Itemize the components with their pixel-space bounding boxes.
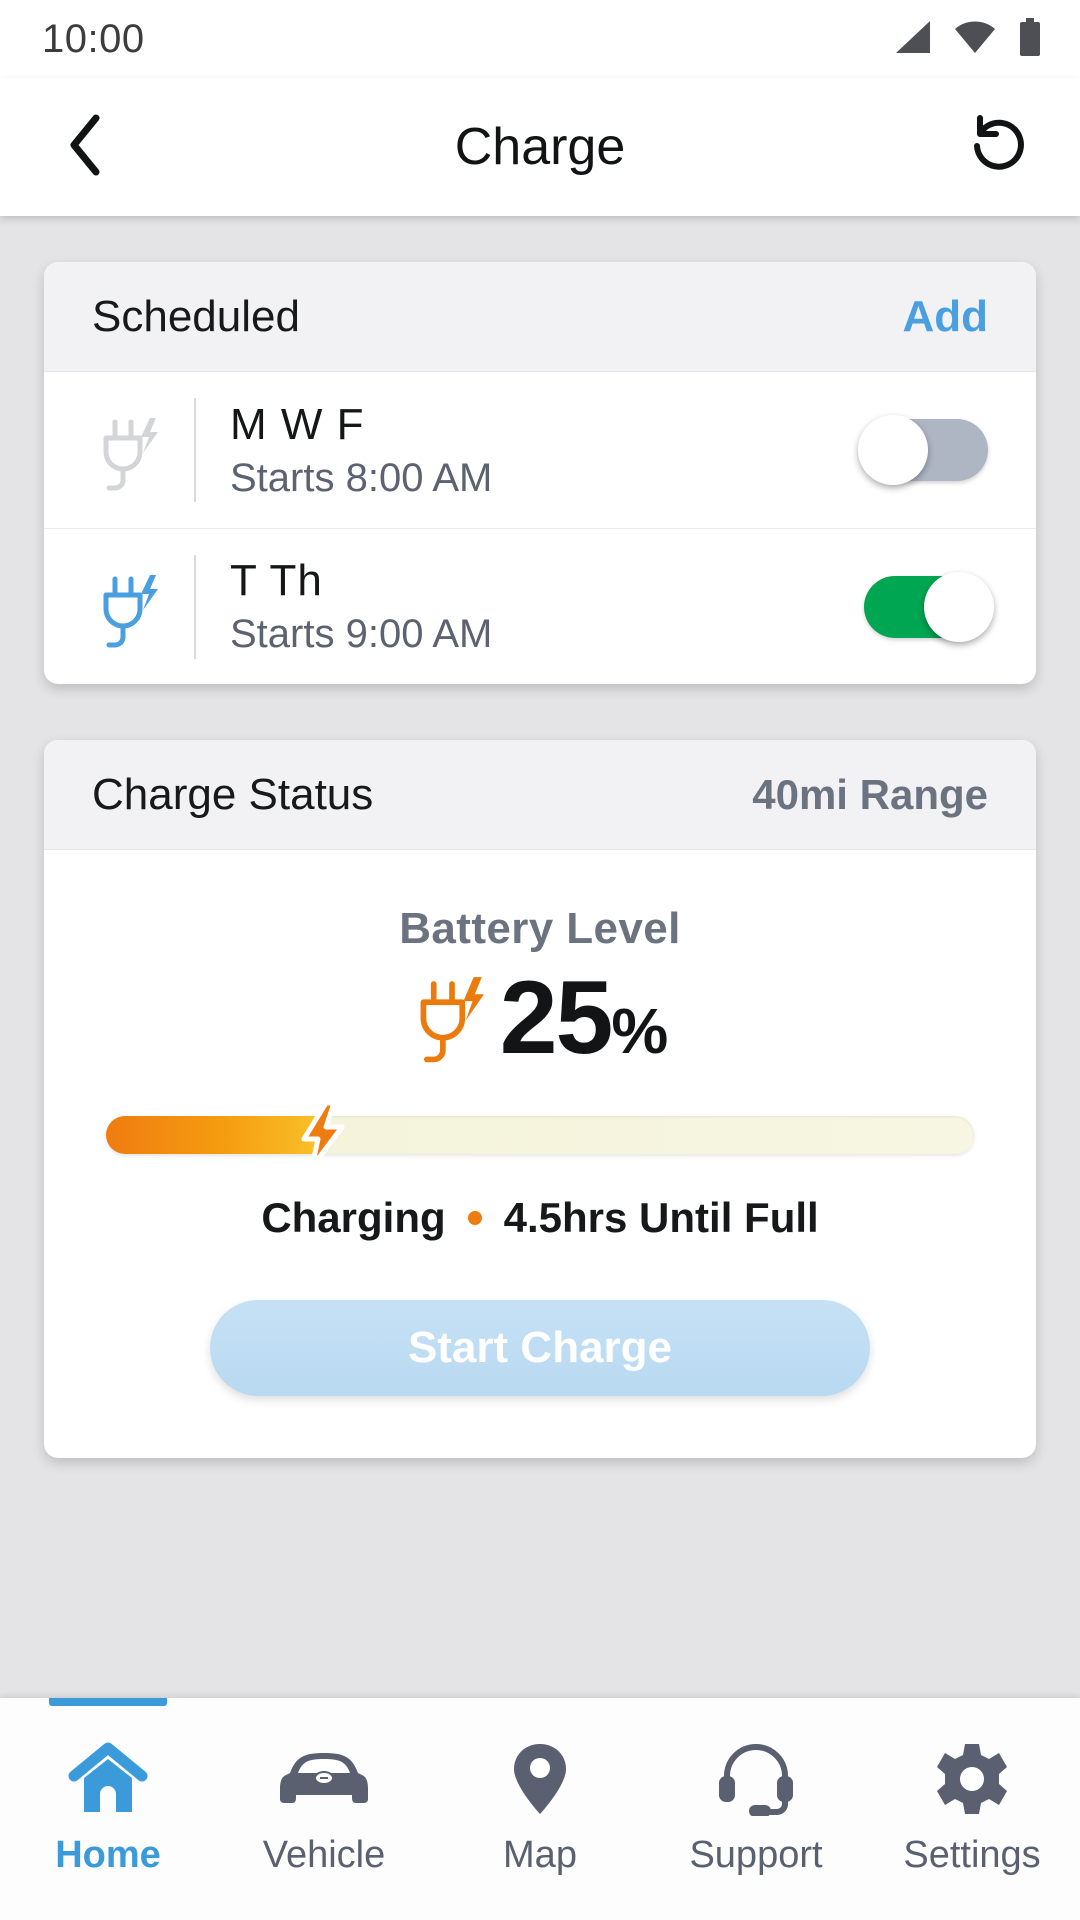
refresh-counterclockwise-icon: [967, 114, 1029, 181]
refresh-button[interactable]: [962, 111, 1034, 183]
home-icon: [68, 1742, 148, 1816]
toggle-knob: [924, 571, 994, 642]
battery-percent-value: 25: [499, 960, 614, 1076]
schedule-row-text: T Th Starts 9:00 AM: [230, 556, 864, 657]
headset-icon: [715, 1742, 797, 1816]
schedule-row[interactable]: T Th Starts 9:00 AM: [44, 528, 1036, 684]
wifi-icon: [954, 19, 996, 60]
battery-level-label: Battery Level: [399, 904, 681, 953]
app-header: Charge: [0, 78, 1080, 216]
start-charge-button[interactable]: Start Charge: [210, 1300, 870, 1396]
schedule-time: Starts 9:00 AM: [230, 612, 493, 656]
page-content: Scheduled Add M W F Starts 8:00 AM T Th …: [0, 216, 1080, 1458]
schedule-days: M W F: [230, 399, 365, 449]
charge-status-header: Charge Status 40mi Range: [44, 740, 1036, 850]
row-divider: [194, 554, 196, 659]
battery-level-row: 25 %: [92, 966, 988, 1070]
scheduled-title: Scheduled: [92, 291, 300, 341]
car-icon: [276, 1742, 372, 1816]
nav-label-settings: Settings: [903, 1834, 1041, 1876]
separator-dot: [467, 1211, 482, 1225]
scheduled-card-header: Scheduled Add: [44, 262, 1036, 372]
map-pin-icon: [512, 1742, 568, 1816]
schedule-time: Starts 8:00 AM: [230, 455, 493, 500]
battery-percent: 25 %: [499, 960, 669, 1076]
schedule-toggle[interactable]: [864, 571, 994, 642]
nav-label-vehicle: Vehicle: [262, 1834, 386, 1876]
charging-status-line: Charging 4.5hrs Until Full: [92, 1194, 988, 1242]
status-bar-icons: [892, 17, 1042, 61]
charging-state: Charging: [261, 1194, 446, 1241]
schedule-days: T Th: [230, 556, 323, 605]
chevron-left-icon: [66, 114, 106, 181]
back-button[interactable]: [50, 111, 122, 183]
plug-charge-icon: [98, 565, 176, 649]
range-value: 40mi Range: [752, 770, 988, 818]
nav-item-vehicle[interactable]: Vehicle: [216, 1698, 432, 1877]
status-bar: 10:00: [0, 0, 1080, 78]
charge-status-body: Battery Level 25 % Charging 4.5hrs Until…: [44, 850, 1036, 1458]
plug-charge-icon: [98, 408, 176, 492]
nav-item-support[interactable]: Support: [648, 1698, 864, 1877]
battery-progress-bar: [106, 1100, 974, 1170]
progress-fill: [106, 1116, 323, 1154]
add-schedule-button[interactable]: Add: [902, 292, 988, 342]
nav-item-map[interactable]: Map: [432, 1698, 648, 1877]
row-divider: [194, 398, 196, 502]
battery-icon: [1018, 17, 1042, 61]
lightning-bolt-icon: [296, 1100, 350, 1170]
schedule-row-text: M W F Starts 8:00 AM: [230, 400, 864, 501]
charge-status-title: Charge Status: [92, 769, 374, 819]
plug-charge-icon: [414, 968, 490, 1069]
nav-item-home[interactable]: Home: [0, 1698, 216, 1877]
nav-label-home: Home: [55, 1834, 161, 1876]
schedule-toggle[interactable]: [858, 415, 988, 485]
active-indicator: [49, 1698, 167, 1706]
nav-label-map: Map: [503, 1834, 577, 1876]
nav-label-support: Support: [689, 1834, 823, 1876]
charge-status-card: Charge Status 40mi Range Battery Level 2…: [44, 740, 1036, 1458]
nav-item-settings[interactable]: Settings: [864, 1698, 1080, 1877]
gear-icon: [935, 1742, 1009, 1816]
battery-percent-symbol: %: [611, 995, 668, 1067]
page-title: Charge: [454, 118, 626, 176]
time-until-full: 4.5hrs Until Full: [503, 1194, 819, 1241]
bottom-navigation: Home Vehicle Map Support Settings: [0, 1698, 1080, 1920]
scheduled-card: Scheduled Add M W F Starts 8:00 AM T Th …: [44, 262, 1036, 684]
toggle-knob: [858, 415, 928, 485]
signal-icon: [892, 19, 932, 60]
schedule-row[interactable]: M W F Starts 8:00 AM: [44, 372, 1036, 528]
status-bar-time: 10:00: [42, 16, 145, 61]
